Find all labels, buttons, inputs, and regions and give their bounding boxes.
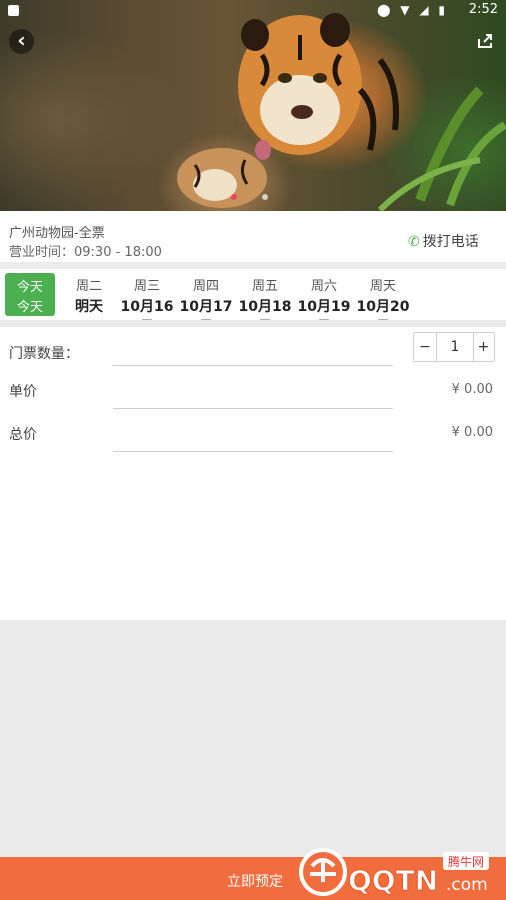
call-button[interactable]: ✆ 拨打电话 — [408, 231, 479, 251]
date-option[interactable]: 周天 10月20日 — [355, 269, 411, 320]
park-info: 广州动物园-全票 营业时间：09:30 - 18:00 ✆ 拨打电话 — [0, 211, 506, 262]
date-option[interactable]: 周六 10月19日 — [296, 269, 352, 320]
status-time: 2:52 — [468, 2, 498, 17]
date-day: 明天 — [75, 299, 103, 315]
svg-text:QQTN: QQTN — [348, 864, 438, 896]
date-weekday: 今天 — [16, 280, 43, 295]
phone-icon: ✆ — [408, 234, 420, 250]
tiger-illustration — [177, 13, 506, 211]
share-icon[interactable] — [476, 32, 494, 50]
status-indicators-icon: ⬤ ▼ ◢ ▮ — [377, 3, 448, 17]
unit-price-label: 单价 — [9, 384, 37, 400]
increase-button[interactable]: + — [473, 333, 494, 361]
order-form: 门票数量： − 1 + 单价 ¥ 0.00 总价 ¥ 0.00 — [0, 327, 506, 620]
date-day: 10月19日 — [297, 299, 351, 320]
date-option[interactable]: 周三 10月16日 — [119, 269, 175, 320]
date-day: 10月20日 — [356, 299, 410, 320]
date-option[interactable]: 周五 10月18日 — [237, 269, 293, 320]
total-label: 总价 — [9, 427, 37, 443]
divider — [113, 408, 393, 409]
date-weekday: 周五 — [251, 279, 278, 294]
date-weekday: 周二 — [75, 279, 102, 294]
date-selector: 今天 今天 周二 明天 周三 10月16日 周四 10月17日 周五 10月18… — [0, 269, 506, 320]
divider — [113, 365, 393, 366]
decrease-button[interactable]: − — [414, 333, 436, 361]
book-now-label: 立即预定 — [227, 874, 283, 890]
notification-icon — [8, 5, 19, 16]
date-option[interactable]: 周二 明天 — [61, 269, 117, 316]
svg-text:.com: .com — [446, 875, 488, 895]
park-name: 广州动物园-全票 — [9, 226, 105, 241]
hero-image[interactable] — [0, 0, 506, 211]
quantity-stepper[interactable]: − 1 + — [413, 332, 495, 362]
divider — [113, 451, 393, 452]
date-option[interactable]: 周四 10月17日 — [178, 269, 234, 320]
unit-price-value: ¥ 0.00 — [451, 382, 493, 397]
date-day: 10月18日 — [238, 299, 292, 320]
date-option[interactable]: 今天 今天 — [5, 273, 55, 316]
date-weekday: 周四 — [192, 279, 219, 294]
total-value: ¥ 0.00 — [451, 425, 493, 440]
carousel-dot-active[interactable] — [231, 194, 237, 200]
quantity-label: 门票数量： — [9, 346, 79, 362]
call-label: 拨打电话 — [422, 234, 479, 250]
date-weekday: 周三 — [133, 279, 160, 294]
carousel-dot[interactable] — [262, 194, 268, 200]
qqtn-watermark: 腾牛网 QQTN .com — [296, 840, 496, 898]
quantity-input[interactable]: 1 — [436, 333, 474, 361]
date-day: 今天 — [16, 300, 43, 315]
status-bar: ⬤ ▼ ◢ ▮ 2:52 — [0, 0, 506, 22]
qqtn-logo: 腾牛网 QQTN .com — [299, 848, 489, 898]
svg-text:腾牛网: 腾牛网 — [448, 854, 484, 869]
date-weekday: 周六 — [310, 279, 337, 294]
opening-hours: 营业时间：09:30 - 18:00 — [9, 245, 162, 260]
back-button[interactable]: ‹ — [9, 29, 34, 54]
date-weekday: 周天 — [369, 279, 396, 294]
date-day: 10月17日 — [179, 299, 233, 320]
date-day: 10月16日 — [120, 299, 174, 320]
